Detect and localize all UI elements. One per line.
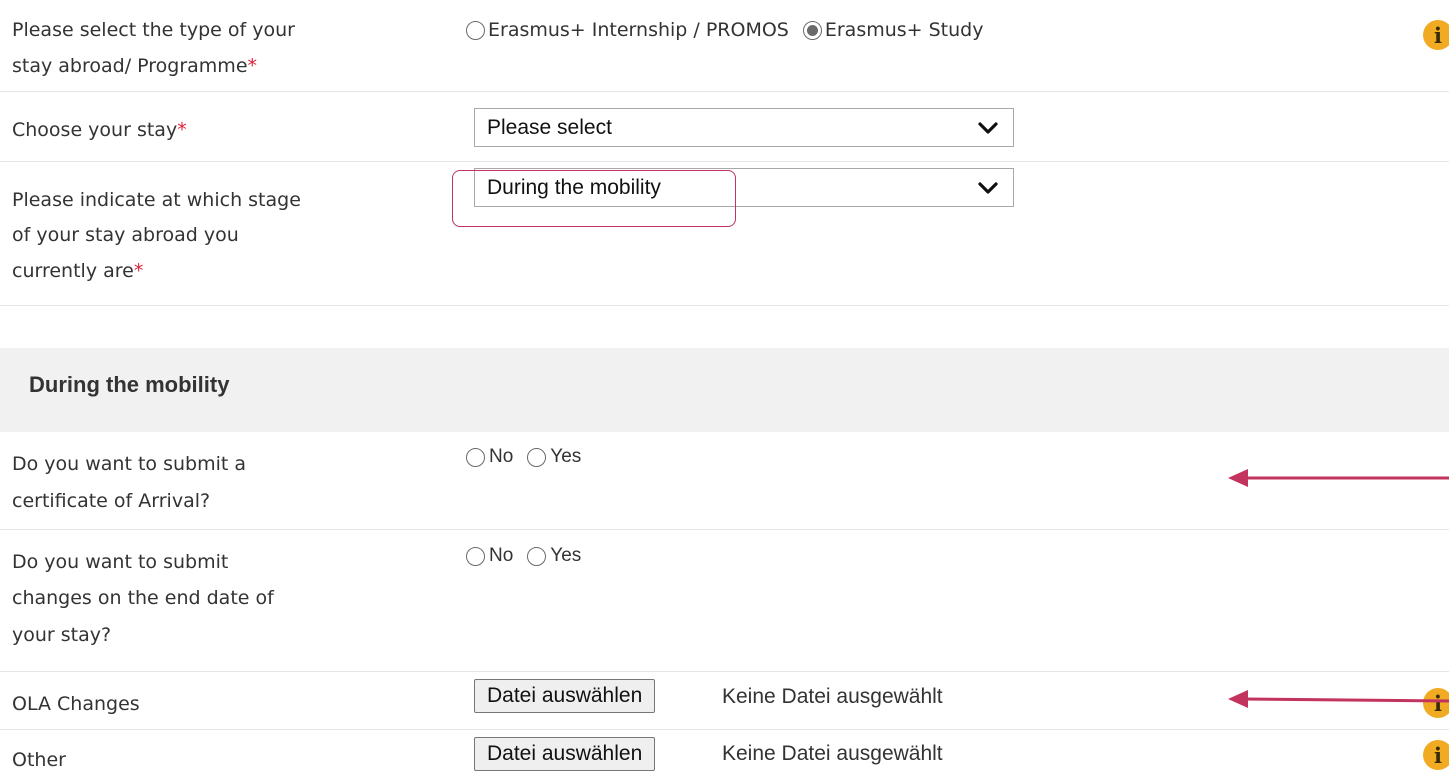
annotation-arrow-ola xyxy=(1228,690,1449,708)
annotation-arrow-arrival xyxy=(1228,469,1449,487)
annotation-arrows xyxy=(1228,469,1449,708)
